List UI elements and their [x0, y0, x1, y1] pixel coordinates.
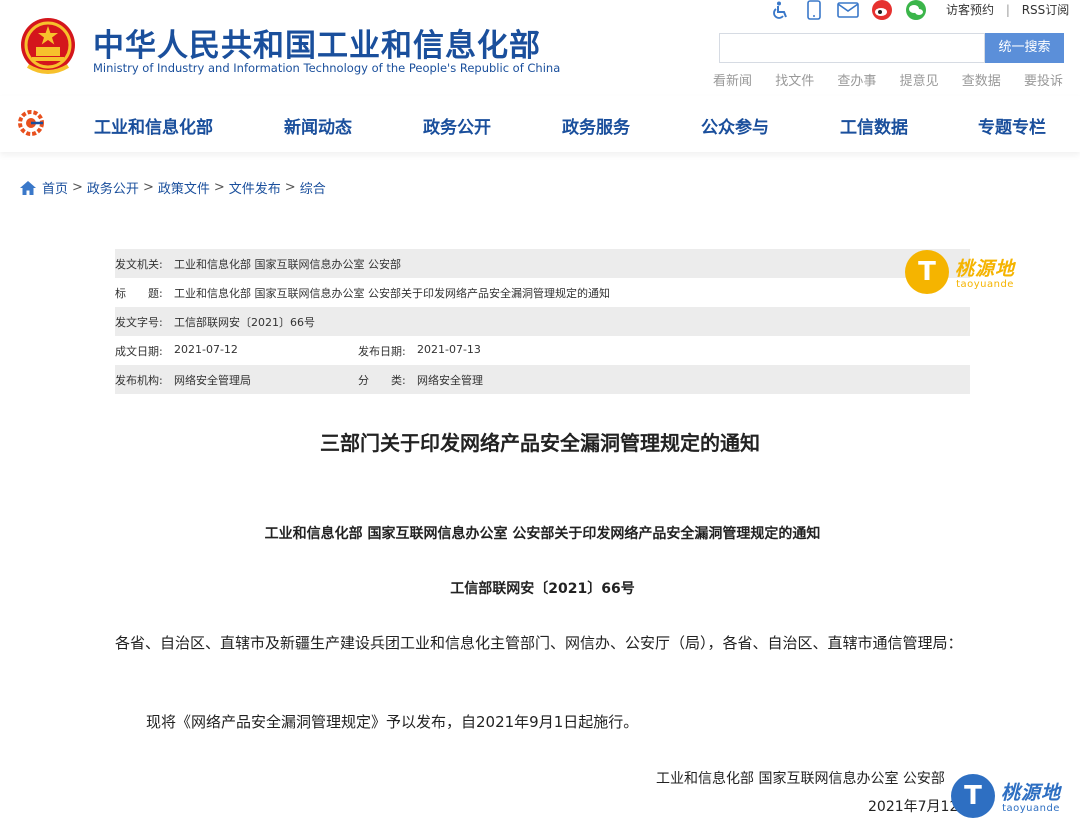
meta-row-title: 标 题: 工业和信息化部 国家互联网信息办公室 公安部关于印发网络产品安全漏洞管… [115, 278, 970, 307]
meta-row-dates: 成文日期: 2021-07-12 发布日期: 2021-07-13 [115, 336, 970, 365]
site-subtitle: Ministry of Industry and Information Tec… [93, 61, 561, 75]
watermark-brand-cn: 桃源地 [955, 258, 1016, 280]
visitor-appointment-link[interactable]: 访客预约 [946, 3, 994, 17]
home-icon[interactable] [20, 180, 36, 195]
meta-row-issuer: 发文机关: 工业和信息化部 国家互联网信息办公室 公安部 [115, 249, 970, 278]
top-links-separator: | [1005, 3, 1010, 17]
quick-link-complaint[interactable]: 要投诉 [1024, 70, 1063, 89]
watermark-brand-en: taoyuande [956, 279, 1014, 290]
weibo-icon[interactable] [870, 0, 894, 20]
meta-cell-published: 发布日期: 2021-07-13 [358, 343, 481, 359]
breadcrumb-separator: > [213, 180, 225, 195]
meta-label: 成文日期: [115, 344, 163, 358]
quick-link-feedback[interactable]: 提意见 [900, 70, 939, 89]
email-icon[interactable] [836, 0, 860, 20]
quick-link-files[interactable]: 找文件 [775, 70, 814, 89]
meta-value: 2021-07-12 [174, 342, 238, 356]
nav-item-miit-data[interactable]: 工信数据 [840, 113, 908, 138]
breadcrumb-gov-affairs[interactable]: 政务公开 [87, 178, 139, 197]
breadcrumb-file-release[interactable]: 文件发布 [229, 178, 281, 197]
quick-link-data[interactable]: 查数据 [962, 70, 1001, 89]
nav-item-news[interactable]: 新闻动态 [284, 113, 352, 138]
meta-label: 分 类: [358, 373, 406, 387]
nav-item-miit[interactable]: 工业和信息化部 [94, 113, 213, 138]
meta-label: 发文字号: [115, 315, 163, 329]
breadcrumb-separator: > [284, 180, 296, 195]
breadcrumb-general[interactable]: 综合 [300, 178, 326, 197]
meta-cell-category: 分 类: 网络安全管理 [358, 372, 483, 388]
document-meta-table: 发文机关: 工业和信息化部 国家互联网信息办公室 公安部 标 题: 工业和信息化… [115, 249, 970, 394]
meta-value: 2021-07-13 [417, 342, 481, 356]
breadcrumb-policy-files[interactable]: 政策文件 [158, 178, 210, 197]
nav-item-special-topics[interactable]: 专题专栏 [978, 113, 1046, 138]
meta-label: 发文机关: [115, 257, 163, 271]
watermark-brand-en: taoyuande [1002, 803, 1060, 814]
site-header: 中华人民共和国工业和信息化部 Ministry of Industry and … [0, 0, 1080, 96]
wechat-icon[interactable] [904, 0, 928, 20]
top-icon-bar [768, 0, 938, 20]
breadcrumb: 首页 > 政务公开 > 政策文件 > 文件发布 > 综合 [20, 178, 326, 197]
breadcrumb-separator: > [72, 180, 83, 195]
site-title: 中华人民共和国工业和信息化部 [93, 28, 541, 64]
article-subtitle: 工业和信息化部 国家互联网信息办公室 公安部关于印发网络产品安全漏洞管理规定的通… [264, 526, 821, 542]
meta-value: 网络安全管理 [417, 373, 483, 387]
article-signature: 工业和信息化部 国家互联网信息办公室 公安部 [656, 771, 945, 787]
meta-value: 工业和信息化部 国家互联网信息办公室 公安部关于印发网络产品安全漏洞管理规定的通… [174, 286, 610, 300]
breadcrumb-separator: > [142, 180, 154, 195]
meta-label: 发布机构: [115, 373, 163, 387]
watermark-logo-bottom: T 桃源地 taoyuande [951, 774, 1061, 818]
watermark-t-icon: T [951, 774, 995, 818]
watermark-brand-cn: 桃源地 [1001, 782, 1062, 804]
meta-cell-org: 发布机构: 网络安全管理局 [115, 372, 358, 388]
watermark-brand: 桃源地 taoyuande [955, 254, 1015, 290]
nav-item-public-participation[interactable]: 公众参与 [701, 113, 769, 138]
quick-links: 看新闻 找文件 查办事 提意见 查数据 要投诉 [713, 70, 1063, 89]
article-recipients: 各省、自治区、直辖市及新疆生产建设兵团工业和信息化主管部门、网信办、公安厅（局）… [115, 634, 963, 652]
meta-row-docno: 发文字号: 工信部联网安〔2021〕66号 [115, 307, 970, 336]
meta-value: 工信部联网安〔2021〕66号 [174, 315, 315, 329]
meta-value: 工业和信息化部 国家互联网信息办公室 公安部 [174, 257, 401, 271]
breadcrumb-home[interactable]: 首页 [42, 178, 68, 197]
meta-label: 发布日期: [358, 344, 406, 358]
rss-subscribe-link[interactable]: RSS订阅 [1022, 3, 1070, 17]
meta-value: 网络安全管理局 [174, 373, 251, 387]
watermark-logo: T 桃源地 taoyuande [905, 250, 1015, 294]
main-nav: 工业和信息化部 新闻动态 政务公开 政务服务 公众参与 工信数据 专题专栏 [0, 96, 1080, 152]
search-input[interactable] [719, 33, 985, 63]
national-emblem-icon [21, 18, 75, 74]
watermark-t-icon: T [905, 250, 949, 294]
nav-item-gov-affairs[interactable]: 政务公开 [423, 113, 491, 138]
search-button[interactable]: 统一搜索 [985, 33, 1064, 63]
top-links: 访客预约 | RSS订阅 [946, 1, 1069, 18]
watermark-brand: 桃源地 taoyuande [1001, 778, 1061, 814]
meta-row-org: 发布机构: 网络安全管理局 分 类: 网络安全管理 [115, 365, 970, 394]
accessibility-icon[interactable] [768, 0, 792, 20]
quick-link-news[interactable]: 看新闻 [713, 70, 752, 89]
meta-cell-created: 成文日期: 2021-07-12 [115, 343, 358, 359]
quick-link-services[interactable]: 查办事 [837, 70, 876, 89]
meta-label: 标 题: [115, 286, 163, 300]
nav-item-gov-services[interactable]: 政务服务 [562, 113, 630, 138]
miit-logo-icon[interactable] [17, 110, 45, 136]
article-body: 现将《网络产品安全漏洞管理规定》予以发布，自2021年9月1日起施行。 [146, 713, 639, 731]
mobile-phone-icon[interactable] [802, 0, 826, 20]
article-title: 三部门关于印发网络产品安全漏洞管理规定的通知 [320, 431, 760, 455]
article-document-number: 工信部联网安〔2021〕66号 [450, 581, 635, 597]
